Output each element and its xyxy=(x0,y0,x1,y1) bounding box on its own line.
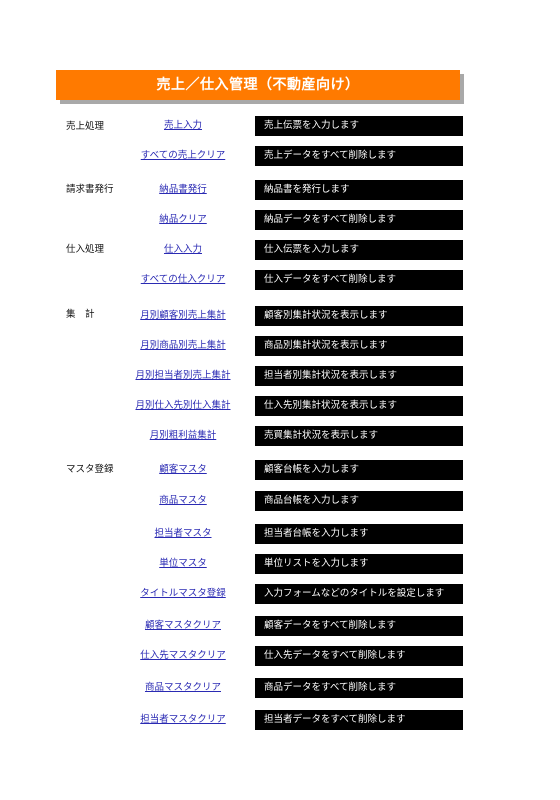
link-clear-staff-master[interactable]: 担当者マスタクリア xyxy=(128,711,238,729)
link-monthly-sales-by-customer[interactable]: 月別顧客別売上集計 xyxy=(128,307,238,325)
link-title-master[interactable]: タイトルマスタ登録 xyxy=(128,585,238,603)
link-monthly-gross-profit[interactable]: 月別粗利益集計 xyxy=(128,427,238,445)
section-label-purchase: 仕入処理 xyxy=(66,244,105,255)
link-unit-master[interactable]: 単位マスタ xyxy=(128,555,238,573)
desc-product-master: 商品台帳を入力します xyxy=(255,491,463,511)
desc-clear-all-sales: 売上データをすべて削除します xyxy=(255,146,463,166)
link-clear-delivery[interactable]: 納品クリア xyxy=(128,211,238,229)
desc-staff-master: 担当者台帳を入力します xyxy=(255,524,463,544)
link-product-master[interactable]: 商品マスタ xyxy=(128,492,238,510)
page-title: 売上／仕入管理（不動産向け） xyxy=(56,70,460,100)
desc-sales-input: 売上伝票を入力します xyxy=(255,116,463,136)
desc-monthly-sales-by-product: 商品別集計状況を表示します xyxy=(255,336,463,356)
desc-purchase-input: 仕入伝票を入力します xyxy=(255,240,463,260)
link-customer-master[interactable]: 顧客マスタ xyxy=(128,461,238,479)
link-staff-master[interactable]: 担当者マスタ xyxy=(128,525,238,543)
desc-clear-supplier-master: 仕入先データをすべて削除します xyxy=(255,646,463,666)
link-issue-delivery[interactable]: 納品書発行 xyxy=(128,181,238,199)
desc-title-master: 入力フォームなどのタイトルを設定します xyxy=(255,584,463,604)
desc-customer-master: 顧客台帳を入力します xyxy=(255,460,463,480)
link-clear-all-sales[interactable]: すべての売上クリア xyxy=(128,147,238,165)
link-monthly-purchases-by-supplier[interactable]: 月別仕入先別仕入集計 xyxy=(128,397,238,415)
link-clear-product-master[interactable]: 商品マスタクリア xyxy=(128,679,238,697)
link-sales-input[interactable]: 売上入力 xyxy=(128,117,238,135)
section-label-totals: 集 計 xyxy=(66,309,95,320)
section-label-master: マスタ登録 xyxy=(66,464,114,475)
desc-monthly-sales-by-customer: 顧客別集計状況を表示します xyxy=(255,306,463,326)
desc-clear-customer-master: 顧客データをすべて削除します xyxy=(255,616,463,636)
desc-clear-delivery: 納品データをすべて削除します xyxy=(255,210,463,230)
desc-unit-master: 単位リストを入力します xyxy=(255,554,463,574)
desc-monthly-sales-by-staff: 担当者別集計状況を表示します xyxy=(255,366,463,386)
link-clear-customer-master[interactable]: 顧客マスタクリア xyxy=(128,617,238,635)
link-clear-all-purchases[interactable]: すべての仕入クリア xyxy=(128,271,238,289)
desc-clear-all-purchases: 仕入データをすべて削除します xyxy=(255,270,463,290)
desc-monthly-purchases-by-supplier: 仕入先別集計状況を表示します xyxy=(255,396,463,416)
link-clear-supplier-master[interactable]: 仕入先マスタクリア xyxy=(128,647,238,665)
section-label-sales: 売上処理 xyxy=(66,121,105,132)
desc-monthly-gross-profit: 売買集計状況を表示します xyxy=(255,426,463,446)
link-monthly-sales-by-staff[interactable]: 月別担当者別売上集計 xyxy=(128,367,238,385)
link-monthly-sales-by-product[interactable]: 月別商品別売上集計 xyxy=(128,337,238,355)
desc-clear-staff-master: 担当者データをすべて削除します xyxy=(255,710,463,730)
section-label-invoice: 請求書発行 xyxy=(66,184,114,195)
desc-clear-product-master: 商品データをすべて削除します xyxy=(255,678,463,698)
desc-issue-delivery: 納品書を発行します xyxy=(255,180,463,200)
link-purchase-input[interactable]: 仕入入力 xyxy=(128,241,238,259)
